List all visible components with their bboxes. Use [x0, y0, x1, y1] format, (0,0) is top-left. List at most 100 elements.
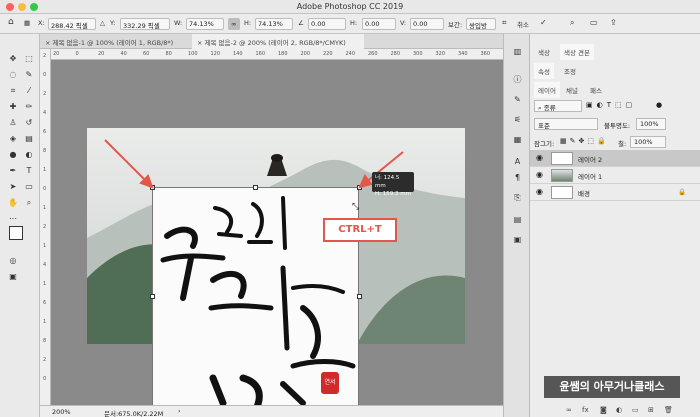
shape-tool-icon[interactable]: ▭ — [24, 182, 34, 192]
x-field[interactable]: 288.42 픽셀 — [48, 18, 96, 30]
layer-row[interactable]: ◉ 배경 🔒 — [530, 184, 700, 201]
screen-mode-icon[interactable]: ▣ — [8, 272, 18, 282]
workspace-icon[interactable]: ▭ — [590, 18, 598, 27]
lock-icons[interactable]: ▦✎✥⬚🔒 — [560, 137, 609, 145]
ruler-tick-label: 260 — [368, 51, 378, 57]
pen-tool-icon[interactable]: ✒ — [8, 166, 18, 176]
y-field[interactable]: 332.29 픽셀 — [120, 18, 170, 30]
tab-document-1[interactable]: × 제목 없음-1 @ 100% (레이어 1, RGB/8*) — [40, 34, 192, 49]
w-label: W: — [174, 19, 183, 27]
adjustment-layer-icon[interactable]: ◐ — [616, 406, 622, 414]
status-menu-icon[interactable]: › — [178, 407, 181, 415]
new-layer-icon[interactable]: ⊞ — [648, 406, 654, 414]
h-field[interactable]: 74.13% — [255, 18, 293, 30]
filter-type-icons[interactable]: ▣◐T⬚▢ — [586, 101, 636, 109]
foreground-color-swatch[interactable] — [9, 226, 23, 240]
canvas-area[interactable]: 연서 ⤡ — [51, 60, 503, 405]
crop-tool-icon[interactable]: ⌗ — [8, 86, 18, 96]
lock-label: 잠그기: — [534, 140, 555, 148]
edit-toolbar-icon[interactable]: ⋯ — [8, 214, 18, 224]
filter-toggle-icon[interactable]: ● — [656, 101, 662, 109]
ruler-tick-label: 1 — [43, 281, 47, 287]
w-field[interactable]: 74.13% — [186, 18, 224, 30]
healing-tool-icon[interactable]: ✚ — [8, 102, 18, 112]
character-panel-icon[interactable]: A — [512, 156, 523, 167]
v-skew-field[interactable]: 0.00 — [410, 18, 444, 30]
layer-row[interactable]: ◉ 레이어 1 — [530, 167, 700, 184]
zoom-level[interactable]: 200% — [52, 408, 71, 416]
angle-field[interactable]: 0.00 — [308, 18, 346, 30]
triangle-icon[interactable]: △ — [100, 19, 105, 27]
link-icon[interactable]: ∞ — [228, 18, 240, 30]
link-layers-icon[interactable]: ∞ — [566, 406, 572, 414]
layer-style-icon[interactable]: fx — [582, 406, 589, 414]
swatch-panel-icon[interactable]: ▦ — [512, 134, 523, 145]
tab-adjustments[interactable]: 조정 — [560, 63, 580, 79]
glyph-panel-icon[interactable]: ⎘ — [512, 192, 523, 203]
visibility-eye-icon[interactable]: ◉ — [536, 187, 543, 196]
brush-panel-icon[interactable]: ✎ — [512, 94, 523, 105]
type-tool-icon[interactable]: T — [24, 166, 34, 176]
ruler-tick-label: 160 — [255, 51, 266, 57]
lasso-tool-icon[interactable]: ◌ — [8, 70, 18, 80]
close-tab-icon[interactable]: × — [45, 39, 53, 47]
hand-tool-icon[interactable]: ✋ — [8, 198, 18, 208]
close-tab-icon[interactable]: × — [197, 39, 205, 47]
commit-check-icon[interactable]: ✓ — [540, 18, 547, 27]
move-tool-icon[interactable]: ✥ — [8, 54, 18, 64]
ruler-tick-label: 320 — [435, 51, 446, 57]
artboard-tool-icon[interactable]: ⬚ — [24, 54, 34, 64]
history-panel-icon[interactable]: ▥ — [512, 46, 523, 57]
delete-layer-icon[interactable]: 🗑 — [664, 406, 673, 414]
library-panel-icon[interactable]: ▤ — [512, 214, 523, 225]
new-group-icon[interactable]: ▭ — [632, 406, 639, 414]
info-panel-icon[interactable]: ⓘ — [512, 74, 523, 85]
fill-label: 칠: — [618, 140, 627, 148]
reference-point-icon[interactable]: ▦ — [24, 19, 30, 27]
dodge-tool-icon[interactable]: ◐ — [24, 150, 34, 160]
h-skew-field[interactable]: 0.00 — [362, 18, 396, 30]
add-mask-icon[interactable]: ◙ — [600, 406, 607, 414]
quick-select-tool-icon[interactable]: ✎ — [24, 70, 34, 80]
ruler-tick-label: 80 — [165, 51, 172, 57]
home-icon[interactable]: ⌂ — [8, 17, 14, 27]
gradient-tool-icon[interactable]: ▤ — [24, 134, 34, 144]
brush-tool-icon[interactable]: ✏ — [24, 102, 34, 112]
layer-kind-filter[interactable]: ⌕ 종류 — [534, 100, 582, 112]
share-icon[interactable]: ⇪ — [610, 18, 617, 27]
cancel-button[interactable]: 취소 — [517, 19, 529, 29]
tab-swatches[interactable]: 색상 견본 — [560, 44, 594, 60]
stamp-tool-icon[interactable]: ♙ — [8, 118, 18, 128]
visibility-eye-icon[interactable]: ◉ — [536, 153, 543, 162]
interpolation-select[interactable]: 쌍입방 — [466, 18, 496, 30]
tab-document-2[interactable]: × 제목 없음-2 @ 200% (레이어 2, RGB/8*/CMYK) — [192, 34, 364, 49]
path-select-tool-icon[interactable]: ➤ — [8, 182, 18, 192]
history-brush-tool-icon[interactable]: ↺ — [24, 118, 34, 128]
warp-icon[interactable]: ⌗ — [502, 18, 507, 28]
visibility-eye-icon[interactable]: ◉ — [536, 170, 543, 179]
ruler-tick-label: 140 — [233, 51, 243, 57]
search-icon[interactable]: ⌕ — [570, 18, 574, 28]
ruler-tick-label: 1 — [43, 243, 47, 249]
paragraph-panel-icon[interactable]: ¶ — [512, 172, 523, 183]
blend-mode-select[interactable]: 표준 — [534, 118, 598, 130]
eyedropper-tool-icon[interactable]: ⁄ — [24, 86, 34, 96]
fill-field[interactable]: 100% — [630, 136, 666, 148]
actions-panel-icon[interactable]: ▣ — [512, 234, 523, 245]
blur-tool-icon[interactable]: ● — [8, 150, 18, 160]
opacity-field[interactable]: 100% — [636, 118, 666, 130]
zoom-tool-icon[interactable]: ⌕ — [24, 198, 34, 208]
adjust-panel-icon[interactable]: ⚟ — [512, 114, 523, 125]
tab-layers[interactable]: 레이어 — [534, 82, 560, 98]
ruler-tick-label: 8 — [43, 338, 47, 344]
eraser-tool-icon[interactable]: ◈ — [8, 134, 18, 144]
ruler-tick-label: 1 — [43, 205, 47, 211]
layer-row[interactable]: ◉ 레이어 2 — [530, 150, 700, 167]
tab-properties[interactable]: 속성 — [534, 63, 554, 79]
title-bar: Adobe Photoshop CC 2019 — [0, 0, 700, 14]
tab-paths[interactable]: 패스 — [586, 82, 606, 98]
quick-mask-icon[interactable]: ◎ — [8, 256, 18, 266]
ruler-tick-label: 0 — [43, 72, 47, 78]
tab-channels[interactable]: 채널 — [562, 82, 582, 98]
tab-color[interactable]: 색상 — [534, 44, 554, 60]
